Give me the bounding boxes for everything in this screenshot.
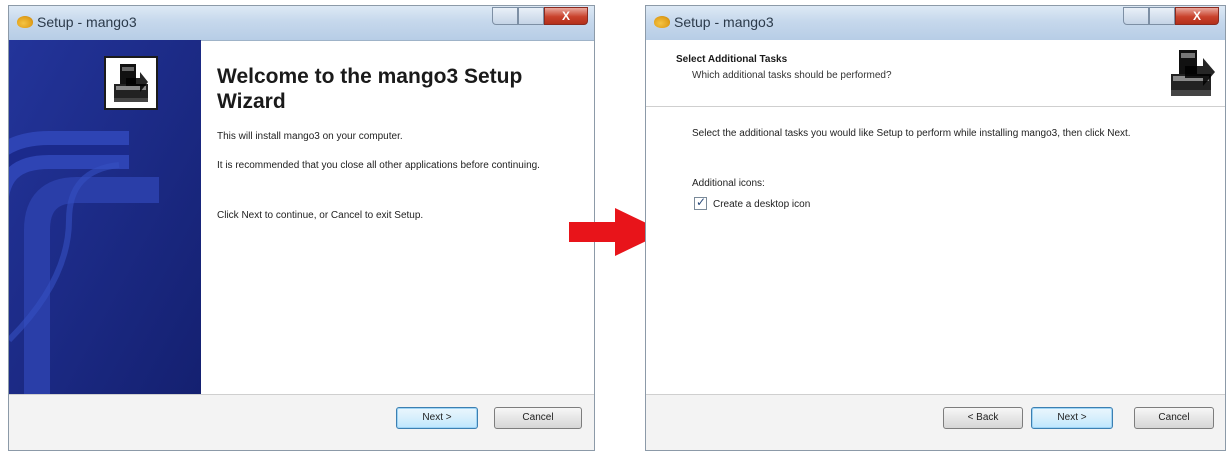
button-bar: < Back Next > Cancel — [646, 394, 1225, 450]
minimize-button[interactable] — [492, 7, 518, 25]
window-title: Setup - mango3 — [37, 14, 137, 30]
cancel-button[interactable]: Cancel — [1134, 407, 1214, 429]
minimize-button[interactable] — [1123, 7, 1149, 25]
tasks-window: Setup - mango3 X Select Additional Tasks… — [645, 5, 1226, 451]
desktop-icon-option[interactable]: ✓ Create a desktop icon — [694, 195, 914, 212]
caption-buttons: X — [1123, 7, 1219, 27]
close-button[interactable]: X — [1175, 7, 1219, 25]
intro-text: This will install mango3 on your compute… — [217, 131, 403, 142]
checkmark-icon: ✓ — [696, 195, 707, 209]
desktop-icon-label: Create a desktop icon — [713, 199, 811, 210]
computer-install-icon — [1165, 46, 1219, 100]
setup-icon — [654, 16, 670, 28]
wizard-side-image — [9, 40, 201, 400]
back-button[interactable]: < Back — [943, 407, 1023, 429]
desktop-icon-checkbox[interactable]: ✓ — [694, 195, 707, 210]
title-bar[interactable]: Setup - mango3 X — [9, 6, 594, 41]
setup-icon — [17, 16, 33, 28]
title-bar[interactable]: Setup - mango3 X — [646, 6, 1225, 41]
next-button[interactable]: Next > — [1031, 407, 1113, 429]
computer-install-icon — [104, 56, 158, 110]
next-button[interactable]: Next > — [396, 407, 478, 429]
wizard-heading: Welcome to the mango3 Setup Wizard — [217, 65, 523, 113]
caption-buttons: X — [492, 7, 588, 27]
maximize-button[interactable] — [1149, 7, 1175, 25]
task-options: Select the additional tasks you would li… — [646, 107, 1225, 395]
close-button[interactable]: X — [544, 7, 588, 25]
page-subtitle: Which additional tasks should be perform… — [692, 70, 892, 81]
continue-text: Click Next to continue, or Cancel to exi… — [217, 210, 424, 221]
button-bar: Next > Cancel — [9, 394, 594, 450]
window-title: Setup - mango3 — [674, 14, 774, 30]
instruction-text: Select the additional tasks you would li… — [692, 128, 1131, 139]
page-title: Select Additional Tasks — [676, 54, 788, 65]
cancel-button[interactable]: Cancel — [494, 407, 582, 429]
additional-icons-label: Additional icons: — [692, 178, 765, 189]
welcome-window: Setup - mango3 X Welcome to the mango3 S… — [8, 5, 595, 451]
maximize-button[interactable] — [518, 7, 544, 25]
wizard-header: Select Additional Tasks Which additional… — [646, 40, 1225, 107]
close-apps-text: It is recommended that you close all oth… — [217, 160, 540, 171]
